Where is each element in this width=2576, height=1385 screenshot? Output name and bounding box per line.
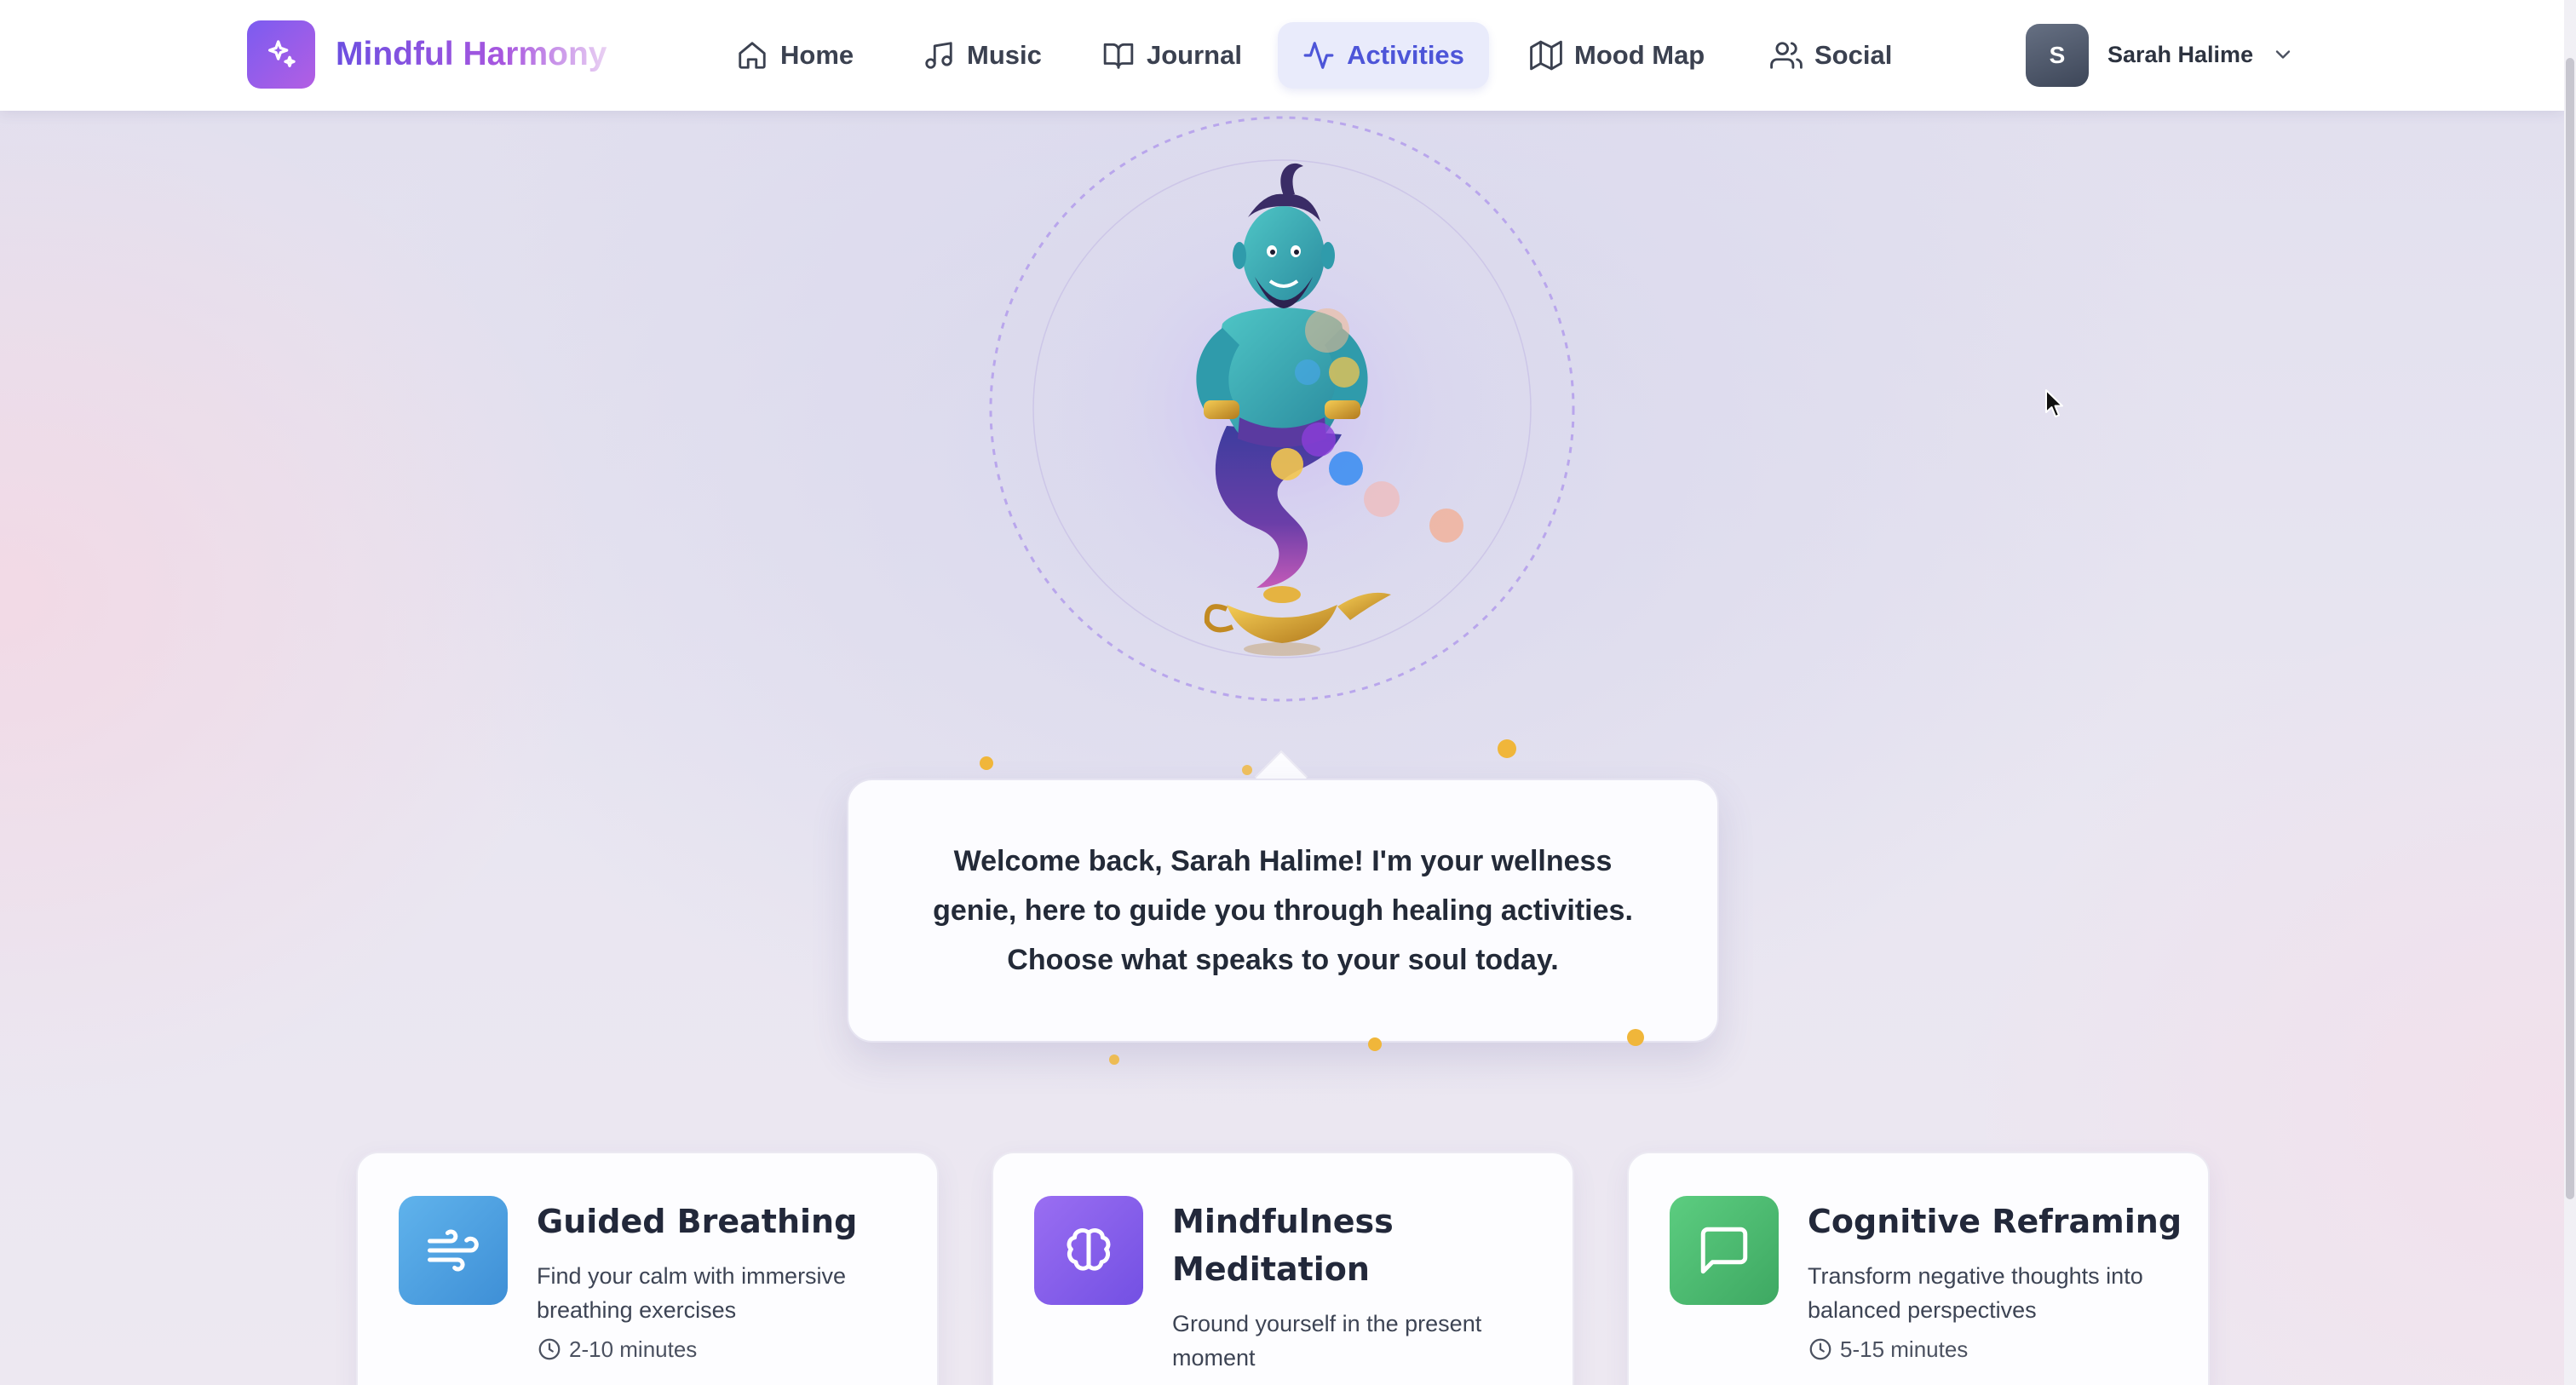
activity-description: Ground yourself in the present moment <box>1172 1311 1482 1371</box>
nav-journal[interactable]: Journal <box>1089 22 1256 89</box>
genie-speech-bubble: Welcome back, Sarah Halime! I'm your wel… <box>847 779 1719 1043</box>
user-name[interactable]: Sarah Halime <box>2107 37 2253 72</box>
nav-activities-label: Activities <box>1347 40 1464 70</box>
nav-home[interactable]: Home <box>722 22 867 89</box>
activity-title: Guided Breathing <box>537 1203 858 1240</box>
users-icon <box>1770 42 1803 69</box>
nav-social[interactable]: Social <box>1757 22 1906 89</box>
sparkle-dot <box>1109 1055 1119 1065</box>
activity-pulse-icon <box>1303 42 1334 69</box>
sparkle-dot <box>1242 765 1252 775</box>
map-icon <box>1530 40 1562 71</box>
sparkle-dot <box>1627 1029 1644 1046</box>
activity-description: Find your calm with immersive breathing … <box>537 1263 847 1323</box>
sparkle-dot <box>1368 1037 1382 1051</box>
chevron-down-icon[interactable] <box>2271 43 2295 66</box>
message-square-icon <box>1700 1227 1748 1274</box>
activity-card-cognitive-reframing[interactable]: Cognitive Reframing Transform negative t… <box>1627 1152 2210 1385</box>
sparkle-dot <box>1498 739 1516 758</box>
nav-journal-label: Journal <box>1147 40 1242 70</box>
app-logo[interactable] <box>247 20 315 89</box>
nav-music[interactable]: Music <box>909 22 1055 89</box>
app-name[interactable]: Mindful Harmony <box>336 31 617 78</box>
user-avatar[interactable]: S <box>2026 24 2089 87</box>
mouse-cursor-icon <box>2045 389 2063 417</box>
activity-duration: 2-10 minutes <box>537 1334 697 1365</box>
activity-icon-tile <box>1670 1196 1779 1305</box>
scrollbar-thumb[interactable] <box>2566 58 2574 1199</box>
activity-duration-label: 5-15 minutes <box>1840 1336 1969 1362</box>
clock-icon <box>1809 1338 1831 1360</box>
genie-message: Welcome back, Sarah Halime! I'm your wel… <box>933 845 1633 976</box>
nav-home-label: Home <box>780 40 854 70</box>
wind-icon <box>428 1229 479 1272</box>
nav-social-label: Social <box>1814 40 1893 70</box>
nav-music-label: Music <box>967 40 1042 70</box>
nav-activities[interactable]: Activities <box>1278 22 1489 89</box>
activity-title: Cognitive Reframing <box>1808 1203 2182 1240</box>
brain-icon <box>1067 1228 1111 1271</box>
home-icon <box>739 42 766 69</box>
book-icon <box>1103 43 1134 69</box>
activity-duration-label: 2-10 minutes <box>569 1336 698 1362</box>
activity-description: Transform negative thoughts into balance… <box>1808 1263 2143 1323</box>
activity-card-mindfulness-meditation[interactable]: Mindfulness Meditation Ground yourself i… <box>992 1152 1574 1385</box>
activity-duration: 5-15 minutes <box>1808 1334 1968 1365</box>
sparkles-icon <box>268 40 296 68</box>
top-navbar: Mindful Harmony Home Music Journal Activ… <box>0 0 2564 111</box>
nav-mood-map[interactable]: Mood Map <box>1516 22 1718 89</box>
clock-icon <box>538 1338 561 1360</box>
genie-illustration <box>984 111 1580 707</box>
nav-mood-map-label: Mood Map <box>1574 40 1705 70</box>
sparkle-dot <box>980 756 993 770</box>
activity-icon-tile <box>399 1196 508 1305</box>
music-note-icon <box>925 42 952 69</box>
activity-icon-tile <box>1034 1196 1143 1305</box>
activity-card-guided-breathing[interactable]: Guided Breathing Find your calm with imm… <box>356 1152 939 1385</box>
activity-title: Mindfulness Meditation <box>1172 1203 1394 1288</box>
